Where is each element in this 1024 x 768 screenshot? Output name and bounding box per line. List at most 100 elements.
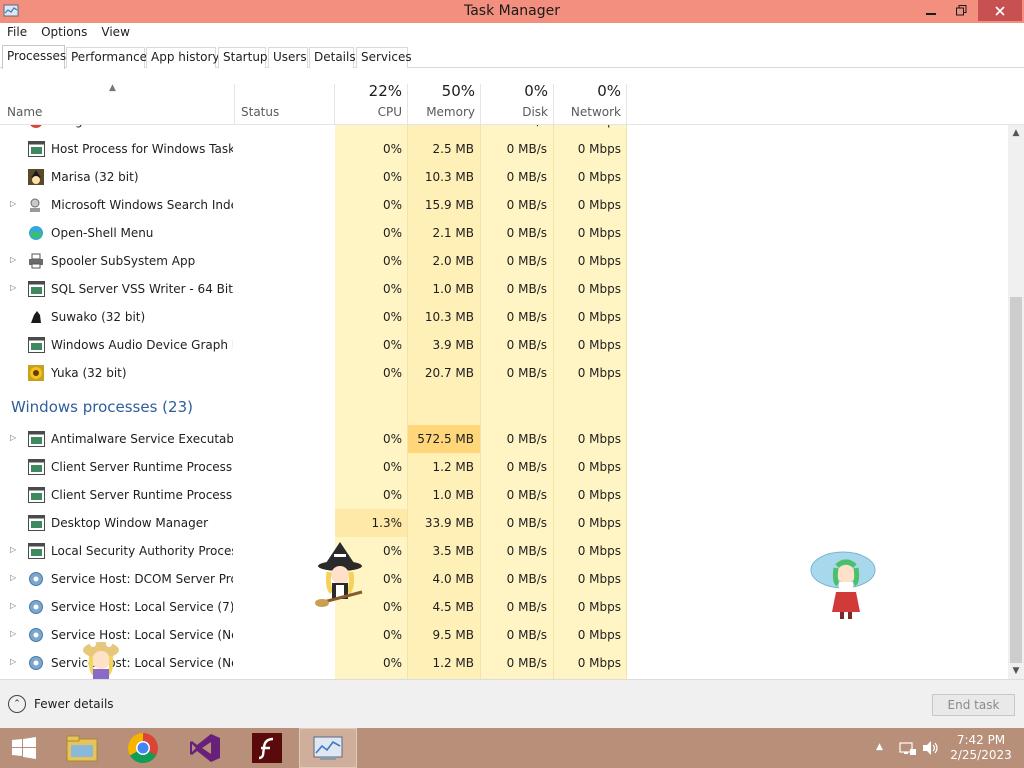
disk-value: 0 MB/s	[506, 170, 547, 184]
column-network-label: Network	[570, 105, 621, 119]
table-row[interactable]: Host Process for Windows Tasks 0% 2.5 MB 0 …	[0, 135, 1008, 163]
expand-arrow-icon[interactable]: ▷	[10, 433, 16, 442]
cpu-value: 0%	[382, 656, 402, 670]
expand-arrow-icon[interactable]: ▷	[10, 601, 16, 610]
table-row[interactable]: Client Server Runtime Process 0% 1.0 MB 0 M…	[0, 481, 1008, 509]
cpu-value: 0%	[382, 628, 402, 642]
menu-bar: File Options View	[0, 23, 1024, 43]
expand-arrow-icon[interactable]: ▷	[10, 573, 16, 582]
taskbar-visual-studio[interactable]	[176, 728, 234, 768]
network-value: 0 Mbps	[577, 544, 621, 558]
tab-details[interactable]: Details	[309, 47, 356, 68]
memory-value: 1.5 MB	[408, 125, 474, 128]
table-row[interactable]: ▷ Antimalware Service Executable 0% 572.5 M…	[0, 425, 1008, 453]
title-bar[interactable]: Task Manager	[0, 0, 1024, 23]
table-row[interactable]: Desktop Window Manager 1.3% 33.9 MB 0 MB/s 0…	[0, 509, 1008, 537]
table-row[interactable]: ▷Google Chrome1.5 MB0 MB/s0 Mbps	[0, 125, 1008, 135]
expand-arrow-icon[interactable]: ▷	[10, 657, 16, 666]
disk-value: 0 MB/s	[506, 282, 547, 296]
cpu-value: 0%	[382, 310, 402, 324]
tab-users[interactable]: Users	[268, 47, 308, 68]
network-value: 0 Mbps	[577, 600, 621, 614]
scroll-down-icon[interactable]: ▼	[1008, 666, 1024, 676]
group-header-windows-processes[interactable]: Windows processes (23)	[0, 387, 1008, 425]
column-cpu[interactable]: 22% CPU	[335, 68, 408, 124]
chrome-icon	[28, 125, 45, 129]
disk-value: 0 MB/s	[506, 600, 547, 614]
expand-arrow-icon[interactable]: ▷	[10, 255, 16, 264]
window-icon	[28, 431, 45, 447]
memory-value: 20.7 MB	[424, 366, 474, 380]
taskbar-task-manager[interactable]	[299, 728, 357, 768]
vertical-scrollbar[interactable]: ▲ ▼	[1008, 125, 1024, 679]
window-title: Task Manager	[463, 3, 561, 19]
column-name-label: Name	[7, 105, 43, 119]
suwako-icon	[28, 309, 45, 325]
column-cpu-label: CPU	[377, 105, 402, 119]
minimize-button[interactable]	[916, 0, 946, 21]
memory-value: 3.5 MB	[432, 544, 474, 558]
tab-app-history[interactable]: App history	[146, 47, 220, 68]
tab-performance[interactable]: Performance	[66, 47, 147, 68]
process-name: Yuka (32 bit)	[51, 366, 127, 380]
tab-startup[interactable]: Startup	[218, 47, 268, 68]
chrome-icon	[127, 733, 158, 764]
disk-value: 0 MB/s	[506, 310, 547, 324]
column-disk[interactable]: 0% Disk	[481, 68, 554, 124]
restore-button[interactable]	[946, 0, 976, 21]
column-memory[interactable]: 50% Memory	[408, 68, 481, 124]
taskbar-chrome[interactable]	[114, 728, 172, 768]
tab-services[interactable]: Services	[356, 47, 412, 68]
tab-processes[interactable]: Processes	[2, 45, 66, 69]
table-row[interactable]: ▷ Microsoft Windows Search Inde... 0% 15.9 …	[0, 191, 1008, 219]
chevron-up-icon[interactable]: ⌃	[8, 695, 26, 713]
table-row[interactable]: ▷Service Host: Local Service (Net...0%9.…	[0, 621, 1008, 649]
cpu-value: 0%	[382, 282, 402, 296]
fewer-details-link[interactable]: Fewer details	[34, 697, 114, 711]
process-name: Suwako (32 bit)	[51, 310, 146, 324]
expand-arrow-icon[interactable]: ▷	[10, 629, 16, 638]
start-button[interactable]	[0, 728, 48, 768]
table-row[interactable]: Marisa (32 bit) 0% 10.3 MB 0 MB/s 0 Mbps	[0, 163, 1008, 191]
taskbar-file-explorer[interactable]	[53, 728, 111, 768]
search-user-icon	[28, 197, 45, 213]
column-name[interactable]: Name	[0, 68, 234, 124]
column-status[interactable]: Status	[234, 68, 334, 124]
expand-arrow-icon[interactable]: ▷	[10, 199, 16, 208]
network-value: 0 Mbps	[577, 254, 621, 268]
close-button[interactable]	[978, 0, 1022, 21]
scroll-up-icon[interactable]: ▲	[1008, 128, 1024, 138]
scroll-thumb[interactable]	[1010, 297, 1022, 663]
table-row[interactable]: ▷ SQL Server VSS Writer - 64 Bit 0% 1.0 MB 0…	[0, 275, 1008, 303]
table-row[interactable]: Open-Shell Menu 0% 2.1 MB 0 MB/s 0 Mbps	[0, 219, 1008, 247]
close-icon	[995, 5, 1005, 16]
process-name: Microsoft Windows Search Inde...	[51, 198, 233, 212]
table-row[interactable]: ▷Service Host: Local Service (No I...0%1…	[0, 649, 1008, 677]
network-value: 0 Mbps	[577, 226, 621, 240]
taskbar-flash[interactable]	[238, 728, 296, 768]
tray-overflow-icon[interactable]: ▲	[876, 742, 883, 752]
taskbar-clock[interactable]: 7:42 PM 2/25/2023	[948, 733, 1014, 763]
table-row[interactable]: Yuka (32 bit) 0% 20.7 MB 0 MB/s 0 Mbps	[0, 359, 1008, 387]
memory-value: 1.2 MB	[432, 460, 474, 474]
table-row[interactable]: ▷ Spooler SubSystem App 0% 2.0 MB 0 MB/s 0 Mb…	[0, 247, 1008, 275]
table-row[interactable]: Client Server Runtime Process 0% 1.2 MB 0 M…	[0, 453, 1008, 481]
group-title: Windows processes (23)	[11, 398, 193, 416]
gear-icon	[28, 627, 45, 643]
cpu-value: 0%	[382, 366, 402, 380]
end-task-button[interactable]: End task	[932, 694, 1015, 716]
expand-arrow-icon[interactable]: ▷	[10, 283, 16, 292]
disk-value: 0 MB/s	[506, 656, 547, 670]
menu-view[interactable]: View	[94, 23, 136, 43]
column-network[interactable]: 0% Network	[554, 68, 627, 124]
menu-file[interactable]: File	[0, 23, 34, 43]
expand-arrow-icon[interactable]: ▷	[10, 545, 16, 554]
table-row[interactable]: Windows Audio Device Graph Is... 0% 3.9 MB…	[0, 331, 1008, 359]
network-tray-icon[interactable]	[898, 740, 916, 756]
cpu-value: 0%	[382, 142, 402, 156]
gear-icon	[28, 655, 45, 671]
network-total: 0%	[597, 82, 621, 100]
volume-icon[interactable]	[922, 740, 940, 756]
table-row[interactable]: Suwako (32 bit) 0% 10.3 MB 0 MB/s 0 Mbps	[0, 303, 1008, 331]
menu-options[interactable]: Options	[34, 23, 94, 43]
